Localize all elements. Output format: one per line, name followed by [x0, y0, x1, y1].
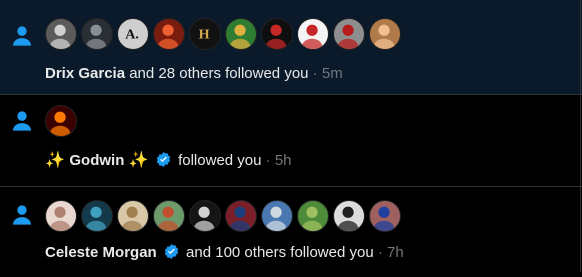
- avatar[interactable]: [45, 18, 77, 50]
- avatar[interactable]: H: [189, 18, 221, 50]
- notification-item-follow[interactable]: A. H Drix Garcia and 28 others followed …: [0, 0, 582, 95]
- avatar-image: H: [199, 27, 210, 43]
- notification-text: Drix Garcia and 28 others followed you ·…: [45, 64, 343, 84]
- avatar[interactable]: [81, 18, 113, 50]
- avatar-image: [49, 206, 71, 231]
- avatar-image: [49, 111, 71, 136]
- svg-text:H: H: [199, 27, 210, 43]
- timestamp: · 5h: [261, 152, 292, 169]
- avatar-image: [49, 24, 71, 49]
- avatar-image: [85, 206, 107, 231]
- svg-text:A.: A.: [125, 27, 139, 43]
- verified-badge-icon: [156, 152, 171, 167]
- column-divider: [580, 0, 581, 272]
- avatar-image: [157, 206, 179, 231]
- avatar-image: [265, 24, 287, 49]
- avatar[interactable]: [261, 200, 293, 232]
- avatar-image: [373, 206, 395, 231]
- avatar-image: [229, 206, 251, 231]
- avatar[interactable]: [153, 18, 185, 50]
- notification-message: followed you: [173, 152, 262, 169]
- sparkle-emoji: ✨: [124, 152, 149, 169]
- avatar[interactable]: [369, 200, 401, 232]
- avatar-image: [265, 206, 287, 231]
- user-name-link[interactable]: Godwin: [69, 152, 124, 169]
- verified-badge-icon: [164, 244, 179, 259]
- notification-message: and 28 others followed you: [125, 65, 309, 82]
- person-icon: [13, 26, 31, 46]
- avatar[interactable]: [261, 18, 293, 50]
- user-name-link[interactable]: Drix Garcia: [45, 65, 125, 82]
- avatar-row: A. H: [45, 18, 401, 50]
- avatar-image: [373, 24, 395, 49]
- avatar-image: [85, 24, 107, 49]
- avatar-image: A.: [125, 27, 139, 43]
- notification-message: and 100 others followed you: [181, 244, 374, 261]
- avatar-image: [121, 206, 143, 231]
- timestamp: · 7h: [373, 244, 404, 261]
- user-name-link[interactable]: Celeste Morgan: [45, 244, 157, 261]
- avatar[interactable]: [225, 18, 257, 50]
- avatar-image: [301, 24, 323, 49]
- sparkle-emoji: ✨: [45, 152, 70, 169]
- avatar[interactable]: [45, 200, 77, 232]
- notification-item-follow[interactable]: ✨ Godwin ✨ followed you · 5h: [0, 95, 582, 187]
- avatar[interactable]: A.: [117, 18, 149, 50]
- avatar-image: [301, 206, 323, 231]
- avatar[interactable]: [297, 18, 329, 50]
- avatar-image: [193, 206, 215, 231]
- avatar-image: [229, 24, 251, 49]
- avatar-row: [45, 105, 77, 137]
- avatar[interactable]: [297, 200, 329, 232]
- avatar-image: [157, 24, 179, 49]
- avatar-image: [337, 24, 359, 49]
- timestamp: · 5m: [308, 65, 343, 82]
- person-icon: [13, 205, 31, 225]
- avatar[interactable]: [117, 200, 149, 232]
- avatar[interactable]: [333, 18, 365, 50]
- avatar[interactable]: [333, 200, 365, 232]
- avatar[interactable]: [153, 200, 185, 232]
- avatar-image: [337, 206, 359, 231]
- notification-item-follow[interactable]: Celeste Morgan and 100 others followed y…: [0, 187, 582, 277]
- avatar-row: [45, 200, 401, 232]
- avatar[interactable]: [81, 200, 113, 232]
- avatar[interactable]: [189, 200, 221, 232]
- avatar[interactable]: [225, 200, 257, 232]
- person-icon: [13, 111, 31, 131]
- notification-text: Celeste Morgan and 100 others followed y…: [45, 243, 404, 263]
- avatar[interactable]: [369, 18, 401, 50]
- notification-text: ✨ Godwin ✨ followed you · 5h: [45, 151, 292, 171]
- avatar[interactable]: [45, 105, 77, 137]
